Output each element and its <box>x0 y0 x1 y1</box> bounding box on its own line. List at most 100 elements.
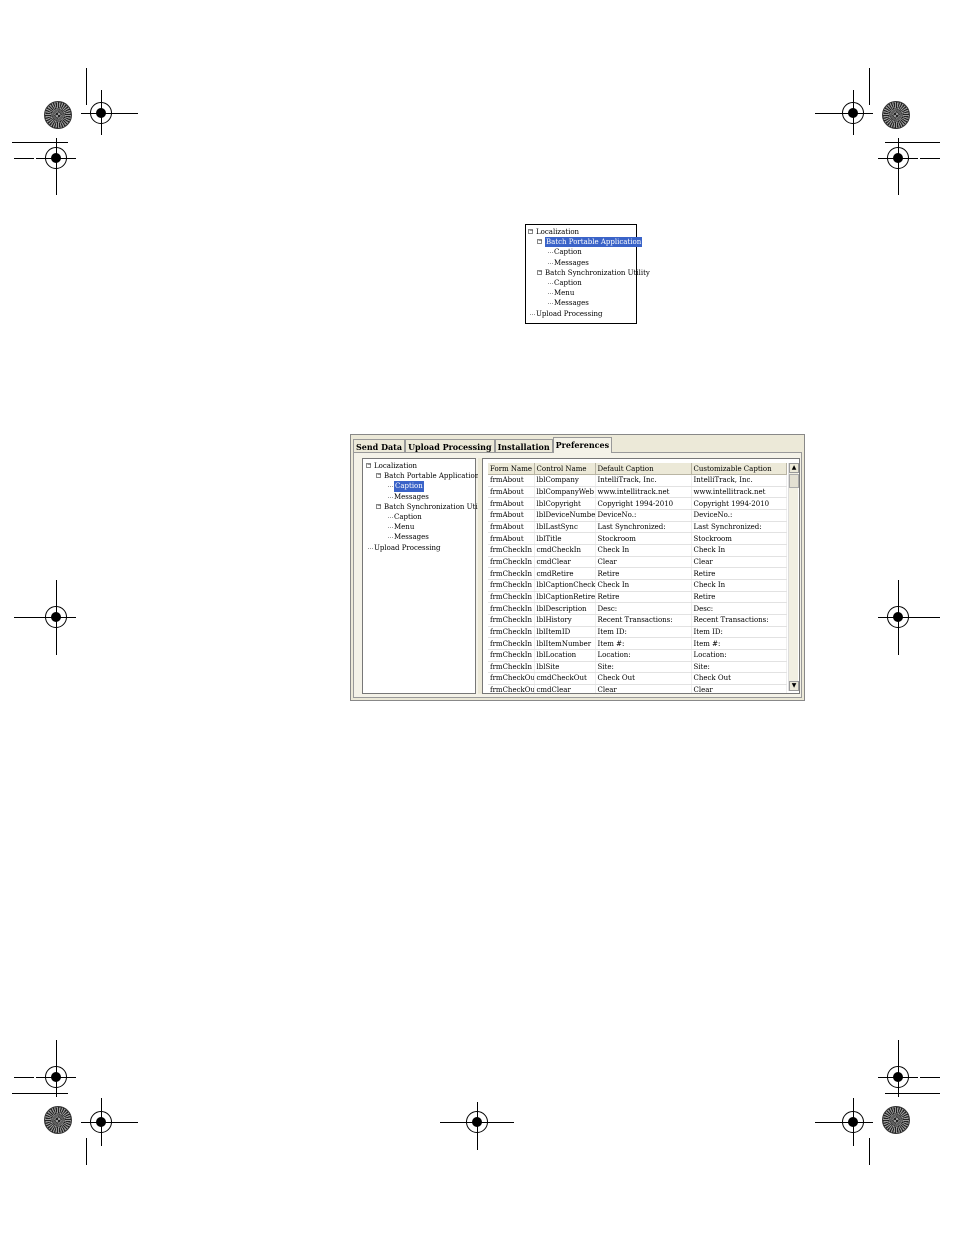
column-header[interactable]: Form Name <box>488 463 535 475</box>
table-cell: Check In <box>595 544 692 557</box>
tree-node[interactable]: Menu <box>363 522 475 532</box>
tree-node[interactable]: Caption <box>363 481 475 492</box>
column-header[interactable]: Control Name <box>534 463 596 475</box>
editable-cell[interactable]: Stockroom <box>691 532 787 545</box>
tree-collapse-icon[interactable]: − <box>376 503 381 509</box>
tree-node-label: Upload Processing <box>536 309 603 318</box>
vertical-scrollbar[interactable]: ▲ ▼ <box>788 463 799 691</box>
tree-connector <box>388 496 393 498</box>
table-cell: frmCheckIn <box>488 649 535 662</box>
table-row[interactable]: frmCheckIn lblSite Site: Site: <box>488 661 787 674</box>
editable-cell[interactable]: Item ID: <box>691 626 787 639</box>
tree-node[interactable]: Upload Processing <box>526 309 636 319</box>
editable-cell[interactable]: IntelliTrack, Inc. <box>691 474 787 487</box>
editable-cell[interactable]: Site: <box>691 661 787 674</box>
tree-node[interactable]: − Batch Synchronization Utility <box>526 268 650 278</box>
editable-cell[interactable]: www.intellitrack.net <box>691 486 787 499</box>
editable-cell[interactable]: Check In <box>691 579 787 592</box>
editable-cell[interactable]: Recent Transactions: <box>691 614 787 627</box>
table-cell: Check In <box>595 579 692 592</box>
tree-node-label: Batch Portable Application <box>545 237 643 248</box>
tree-node[interactable]: Messages <box>363 492 475 502</box>
editable-cell[interactable]: Clear <box>691 684 787 693</box>
arrow-down-icon[interactable]: ▼ <box>789 681 799 691</box>
table-cell: lblCaptionCheckIn <box>534 579 596 592</box>
table-row[interactable]: frmCheckIn lblHistory Recent Transactions:… <box>488 614 787 627</box>
table-row[interactable]: frmCheckIn lblLocation Location: Location: <box>488 649 787 662</box>
crop-mark <box>815 1122 834 1123</box>
tree-collapse-icon[interactable]: − <box>537 239 542 245</box>
color-rosette-icon <box>44 1106 72 1134</box>
tree-node[interactable]: − Batch Portable Application <box>526 237 643 248</box>
tree-node[interactable]: − Batch Synchronization Utility <box>363 502 489 512</box>
table-row[interactable]: frmCheckIn lblItemID Item ID: Item ID: <box>488 626 787 639</box>
editable-cell[interactable]: Check Out <box>691 672 787 685</box>
tree-node[interactable]: Caption <box>526 247 636 257</box>
editable-cell[interactable]: Desc: <box>691 602 787 615</box>
column-header[interactable]: Customizable Caption <box>691 463 787 475</box>
editable-cell[interactable]: Retire <box>691 591 787 604</box>
tree-node[interactable]: Menu <box>526 288 636 298</box>
registration-mark-icon <box>457 1102 497 1142</box>
editable-cell[interactable]: Item #: <box>691 637 787 650</box>
table-cell: lblLastSync <box>534 521 596 534</box>
crop-mark <box>869 68 870 105</box>
tree-collapse-icon[interactable]: − <box>366 463 371 468</box>
tree-collapse-icon[interactable]: − <box>537 269 542 275</box>
table-cell: www.intellitrack.net <box>595 486 692 499</box>
table-row[interactable]: frmAbout lblTitle Stockroom Stockroom <box>488 532 787 545</box>
table-row[interactable]: frmCheckOut cmdCheckOut Check Out Check Out <box>488 672 787 685</box>
registration-mark-icon <box>878 138 918 178</box>
tree-collapse-icon[interactable]: − <box>376 473 381 479</box>
tab-send-data[interactable]: Send Data <box>353 439 406 453</box>
table-cell: frmCheckIn <box>488 567 535 580</box>
table-row[interactable]: frmCheckIn lblDescription Desc: Desc: <box>488 602 787 615</box>
tree-node[interactable]: Messages <box>363 532 475 542</box>
table-row[interactable]: frmAbout lblDeviceNumber DeviceNo.: DeviceN… <box>488 509 787 522</box>
editable-cell[interactable]: Copyright 1994-2010 <box>691 497 787 510</box>
tree-node[interactable]: − Localization <box>526 227 636 237</box>
table-row[interactable]: frmAbout lblCompany IntelliTrack, Inc. Inte… <box>488 474 787 487</box>
tree-node[interactable]: Caption <box>363 512 475 522</box>
table-row[interactable]: frmAbout lblCompanyWeb www.intellitrack.ne… <box>488 486 787 499</box>
tree-node[interactable]: − Localization <box>363 461 475 471</box>
editable-cell[interactable]: Last Synchronized: <box>691 521 787 534</box>
table-row[interactable]: frmCheckOut cmdClear Clear Clear <box>488 684 787 693</box>
table-row[interactable]: frmCheckIn cmdCheckIn Check In Check In <box>488 544 787 557</box>
editable-cell[interactable]: Location: <box>691 649 787 662</box>
tab-upload-processing[interactable]: Upload Processing <box>405 439 495 453</box>
editable-cell[interactable]: DeviceNo.: <box>691 509 787 522</box>
table-cell: Item ID: <box>595 626 692 639</box>
editable-cell[interactable]: Retire <box>691 567 787 580</box>
tree-node-label: Menu <box>554 289 575 298</box>
table-cell: frmCheckIn <box>488 602 535 615</box>
tree-collapse-icon[interactable]: − <box>528 229 533 234</box>
tree-node[interactable]: − Batch Portable Application <box>363 471 479 481</box>
column-header[interactable]: Default Caption <box>595 463 692 475</box>
tree-node[interactable]: Upload Processing <box>363 543 475 553</box>
registration-mark-icon <box>878 597 918 637</box>
table-row[interactable]: frmCheckInlblCaptionCheckInCheck InCheck… <box>488 579 787 592</box>
table-cell: IntelliTrack, Inc. <box>595 474 692 487</box>
tab-installation[interactable]: Installation <box>494 439 553 453</box>
crop-mark <box>920 158 940 159</box>
table-row[interactable]: frmAbout lblLastSync Last Synchronized: Las… <box>488 521 787 534</box>
tab-preferences[interactable]: Preferences <box>552 437 613 453</box>
table-row[interactable]: frmCheckIn lblItemNumber Item #: Item #: <box>488 637 787 650</box>
tree-node[interactable]: Caption <box>526 278 636 288</box>
tree-node-label: Messages <box>554 299 589 308</box>
table-row[interactable]: frmAbout lblCopyright Copyright 1994-2010 C… <box>488 497 787 510</box>
table-row[interactable]: frmCheckIn cmdRetire Retire Retire <box>488 567 787 580</box>
table-cell: Check Out <box>595 672 692 685</box>
editable-cell[interactable]: Clear <box>691 556 787 569</box>
tree-node-label: Caption <box>394 481 424 492</box>
editable-cell[interactable]: Check In <box>691 544 787 557</box>
table-row[interactable]: frmCheckIn lblCaptionRetire Retire Retire <box>488 591 787 604</box>
tree-node-label: Caption <box>394 512 422 521</box>
tree-node[interactable]: Messages <box>526 258 636 268</box>
table-row[interactable]: frmCheckIn cmdClear Clear Clear <box>488 556 787 569</box>
localization-tree-figure: − Localization − Batch Portable Application… <box>525 224 650 324</box>
arrow-up-icon[interactable]: ▲ <box>789 463 799 473</box>
scrollbar-thumb[interactable] <box>789 474 799 488</box>
tree-node[interactable]: Messages <box>526 298 636 308</box>
